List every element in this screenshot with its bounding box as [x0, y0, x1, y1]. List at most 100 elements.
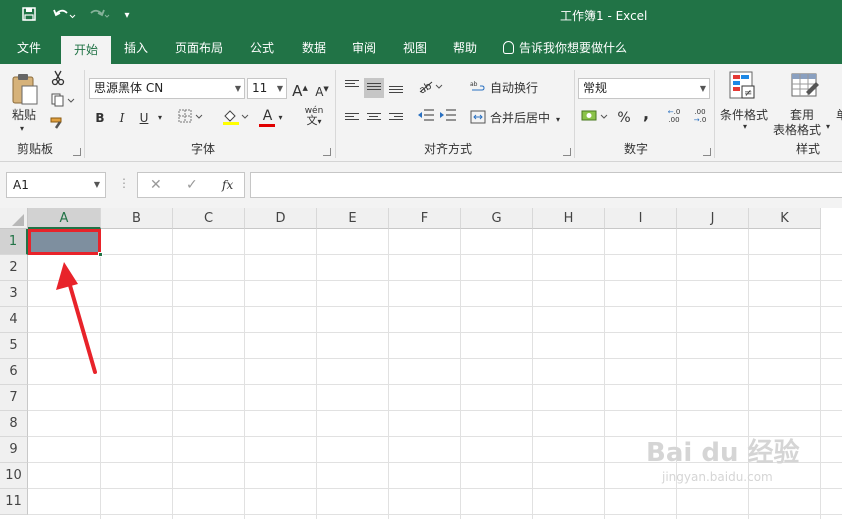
formula-input[interactable]: [250, 172, 842, 198]
row-header-11[interactable]: 11: [0, 489, 28, 515]
undo-icon[interactable]: [50, 6, 78, 26]
number-format-value: 常规: [583, 81, 608, 95]
conditional-formatting-button[interactable]: 条件格式: [720, 106, 768, 123]
font-size-combo[interactable]: 11 ▼: [247, 78, 287, 99]
underline-dropdown-icon[interactable]: ▾: [154, 108, 166, 128]
column-header-d[interactable]: D: [245, 208, 317, 229]
chevron-down-icon: ▼: [234, 84, 241, 93]
chevron-down-icon: ▾: [826, 122, 831, 131]
alignment-launcher-icon[interactable]: [563, 148, 571, 156]
column-header-k[interactable]: K: [749, 208, 821, 229]
gridline-horizontal: [28, 384, 842, 385]
row-header-9[interactable]: 9: [0, 437, 28, 463]
copy-icon[interactable]: [48, 93, 78, 113]
paste-dropdown-icon[interactable]: ▾: [20, 124, 24, 133]
borders-icon[interactable]: [176, 108, 206, 128]
fill-handle[interactable]: [98, 252, 103, 257]
gridline-horizontal: [28, 410, 842, 411]
column-header-a[interactable]: A: [28, 208, 101, 229]
tab-insert[interactable]: 插入: [116, 33, 156, 64]
fill-color-icon[interactable]: [220, 108, 252, 128]
redo-icon[interactable]: [84, 6, 112, 26]
orientation-icon[interactable]: ab: [416, 78, 446, 98]
font-launcher-icon[interactable]: [323, 148, 331, 156]
number-launcher-icon[interactable]: [703, 148, 711, 156]
insert-function-icon[interactable]: fx: [222, 173, 233, 197]
select-all-button[interactable]: [0, 208, 28, 229]
tab-help[interactable]: 帮助: [445, 33, 485, 64]
increase-decimal-icon[interactable]: ←.0.00: [664, 108, 684, 128]
format-as-table-label-2[interactable]: 表格格式: [773, 121, 821, 138]
column-header-g[interactable]: G: [461, 208, 533, 229]
row-header-4[interactable]: 4: [0, 307, 28, 333]
wrap-text-button[interactable]: ab 自动换行: [470, 78, 538, 98]
phonetic-guide-icon[interactable]: wén 文▾: [298, 106, 330, 126]
column-header-f[interactable]: F: [389, 208, 461, 229]
column-header-j[interactable]: J: [677, 208, 749, 229]
gridline-vertical: [388, 229, 389, 519]
tab-formulas[interactable]: 公式: [242, 33, 282, 64]
align-left-icon[interactable]: [342, 108, 362, 128]
customize-qat-icon[interactable]: ▾: [120, 6, 134, 26]
font-color-icon[interactable]: A ▾: [255, 106, 287, 127]
merge-center-icon: [470, 110, 486, 124]
number-format-combo[interactable]: 常规 ▼: [578, 78, 710, 99]
cell-a1[interactable]: [28, 229, 103, 257]
align-top-icon[interactable]: [342, 78, 362, 98]
column-header-b[interactable]: B: [101, 208, 173, 229]
svg-text:ab: ab: [470, 81, 478, 88]
column-header-i[interactable]: I: [605, 208, 677, 229]
row-header-2[interactable]: 2: [0, 255, 28, 281]
shrink-font-icon[interactable]: A▼: [312, 79, 332, 99]
chevron-down-icon: ▾: [743, 122, 748, 131]
save-icon[interactable]: [19, 6, 39, 26]
column-header-e[interactable]: E: [317, 208, 389, 229]
column-header-c[interactable]: C: [173, 208, 245, 229]
font-name-combo[interactable]: 思源黑体 CN ▼: [89, 78, 245, 99]
format-painter-icon[interactable]: [48, 116, 68, 136]
gridline-horizontal: [28, 306, 842, 307]
tell-me-search[interactable]: 告诉我你想要做什么: [503, 33, 627, 64]
tab-data[interactable]: 数据: [294, 33, 334, 64]
align-center-icon[interactable]: [364, 108, 384, 128]
row-header-8[interactable]: 8: [0, 411, 28, 437]
tab-home[interactable]: 开始: [61, 36, 111, 64]
cut-icon[interactable]: [48, 70, 68, 90]
increase-indent-icon[interactable]: [438, 108, 458, 128]
align-middle-icon[interactable]: [364, 78, 384, 98]
percent-button[interactable]: %: [614, 108, 634, 128]
tab-review[interactable]: 审阅: [344, 33, 384, 64]
row-header-5[interactable]: 5: [0, 333, 28, 359]
paste-button[interactable]: [10, 72, 40, 109]
decrease-indent-icon[interactable]: [416, 108, 436, 128]
row-header-10[interactable]: 10: [0, 463, 28, 489]
clipboard-launcher-icon[interactable]: [73, 148, 81, 156]
formula-bar-grip-icon[interactable]: ⋮: [118, 176, 130, 190]
enter-icon[interactable]: ✓: [186, 173, 198, 197]
row-header-7[interactable]: 7: [0, 385, 28, 411]
row-header-6[interactable]: 6: [0, 359, 28, 385]
decrease-decimal-icon[interactable]: .00 →.0: [690, 108, 710, 128]
comma-button[interactable]: ,: [636, 104, 656, 124]
column-header-h[interactable]: H: [533, 208, 605, 229]
align-right-icon[interactable]: [386, 108, 406, 128]
accounting-format-icon[interactable]: [580, 108, 612, 128]
tab-view[interactable]: 视图: [395, 33, 435, 64]
tab-file[interactable]: 文件: [8, 33, 50, 64]
underline-button[interactable]: U: [134, 108, 154, 128]
gridline-horizontal: [28, 280, 842, 281]
paste-label[interactable]: 粘贴: [12, 106, 36, 123]
tab-page-layout[interactable]: 页面布局: [168, 33, 230, 64]
italic-button[interactable]: I: [112, 108, 132, 128]
align-bottom-icon[interactable]: [386, 78, 406, 98]
cancel-icon[interactable]: ✕: [150, 173, 162, 197]
format-as-table-icon[interactable]: [790, 70, 820, 103]
grow-font-icon[interactable]: A▲: [290, 78, 310, 100]
conditional-formatting-icon[interactable]: ≠: [728, 70, 758, 103]
merge-center-button[interactable]: 合并后居中 ▾: [470, 108, 560, 128]
bold-button[interactable]: B: [90, 108, 110, 128]
row-header-1[interactable]: 1: [0, 229, 28, 255]
name-box[interactable]: A1 ▼: [6, 172, 106, 198]
row-header-3[interactable]: 3: [0, 281, 28, 307]
cell-styles-button[interactable]: 单: [836, 106, 842, 123]
